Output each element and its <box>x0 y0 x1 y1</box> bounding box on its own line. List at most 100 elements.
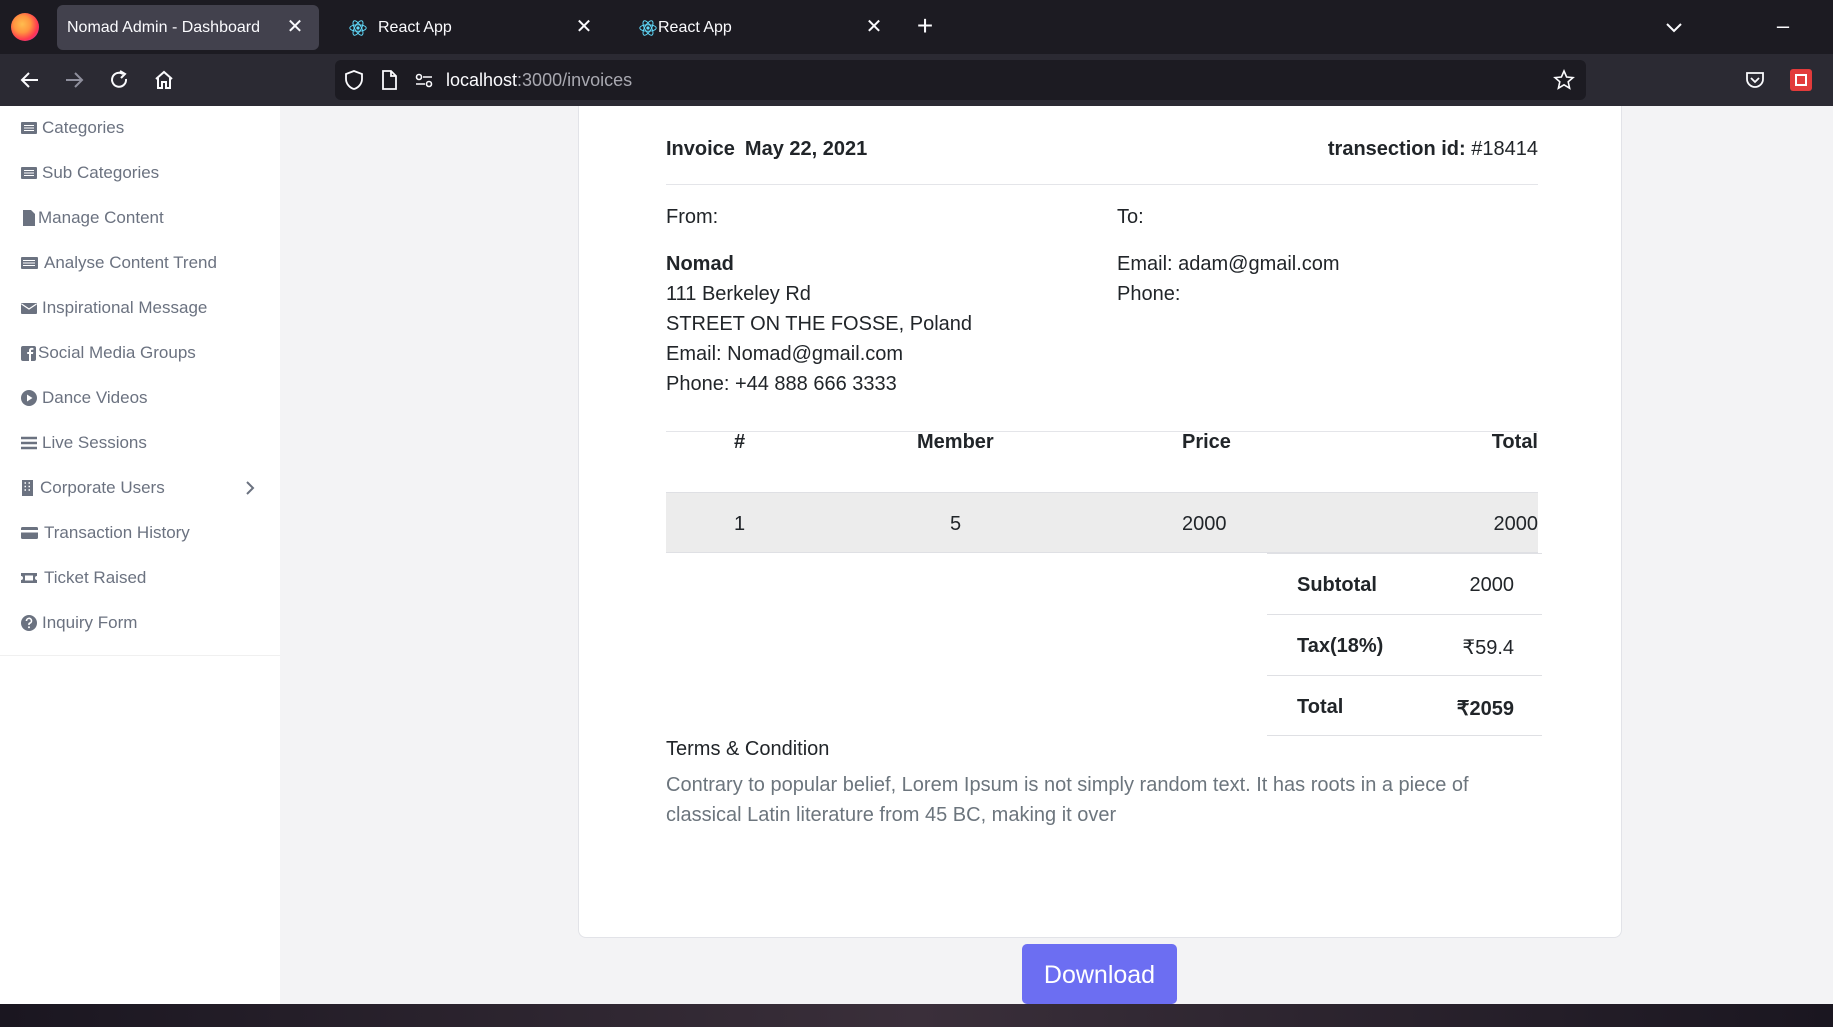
list-alt-icon <box>21 257 38 269</box>
sidebar-menu: Categories Sub Categories Manage Content… <box>0 106 280 656</box>
extension-icon[interactable] <box>1788 67 1814 93</box>
terms-title: Terms & Condition <box>666 738 830 760</box>
subtotal-value: 2000 <box>1469 574 1515 596</box>
close-icon[interactable]: ✕ <box>862 15 886 39</box>
column-header-number: # <box>734 431 746 453</box>
arrow-left-icon <box>20 72 38 88</box>
browser-tab-bar: Nomad Admin - Dashboard ✕ React App ✕ Re… <box>0 0 1833 54</box>
divider <box>666 431 1538 432</box>
sidebar-item-label: Sub Categories <box>42 163 160 182</box>
sidebar-item-label: Corporate Users <box>40 478 165 497</box>
tab-react-app-1[interactable]: React App ✕ <box>332 5 608 50</box>
sidebar-item-categories[interactable]: Categories <box>0 106 280 151</box>
tab-title: Nomad Admin - Dashboard <box>67 19 260 36</box>
bars-icon <box>21 436 37 450</box>
tab-react-app-2[interactable]: React App ✕ <box>622 5 898 50</box>
desktop-taskbar <box>0 1004 1833 1027</box>
to-email: Email: adam@gmail.com <box>1117 253 1340 275</box>
sidebar-item-social-media-groups[interactable]: Social Media Groups <box>0 331 280 376</box>
sidebar-item-manage-content[interactable]: Manage Content <box>0 196 280 241</box>
divider <box>666 184 1538 185</box>
sidebar-item-transaction-history[interactable]: Transaction History <box>0 511 280 556</box>
back-button[interactable] <box>16 66 44 94</box>
envelope-icon <box>21 303 37 314</box>
minimize-button[interactable]: – <box>1768 12 1798 42</box>
arrow-right-icon <box>66 72 84 88</box>
pocket-icon[interactable] <box>1743 68 1767 92</box>
sidebar: Categories Sub Categories Manage Content… <box>0 106 280 1004</box>
total-label: Total <box>1297 696 1344 718</box>
sidebar-item-label: Inspirational Message <box>42 298 208 317</box>
terms-text: Contrary to popular belief, Lorem Ipsum … <box>666 774 1469 826</box>
reload-icon <box>111 70 128 88</box>
building-icon <box>22 480 33 496</box>
to-label: To: <box>1117 206 1144 228</box>
sidebar-item-label: Categories <box>42 118 125 137</box>
credit-card-icon <box>21 527 38 539</box>
tax-label: Tax(18%) <box>1297 635 1384 657</box>
sidebar-item-inspirational-message[interactable]: Inspirational Message <box>0 286 280 331</box>
sidebar-item-label: Social Media Groups <box>38 343 196 362</box>
column-header-member: Member <box>917 431 994 453</box>
home-icon <box>155 70 173 89</box>
total-row: Total ₹2059 <box>1267 675 1542 736</box>
chevron-down-icon[interactable] <box>1660 14 1688 42</box>
table-cell-number: 1 <box>734 513 746 535</box>
reload-button[interactable] <box>105 66 133 94</box>
sidebar-item-sub-categories[interactable]: Sub Categories <box>0 151 280 196</box>
invoice-label: Invoice <box>666 138 735 160</box>
permissions-icon[interactable] <box>413 69 435 91</box>
sidebar-item-corporate-users[interactable]: Corporate Users <box>0 466 280 511</box>
transaction-value: #18414 <box>1471 138 1538 160</box>
download-button[interactable]: Download <box>1022 944 1177 1004</box>
tab-nomad-admin[interactable]: Nomad Admin - Dashboard ✕ <box>57 5 319 50</box>
facebook-icon <box>21 346 36 361</box>
ticket-icon <box>21 573 37 583</box>
close-icon[interactable]: ✕ <box>572 15 596 39</box>
play-circle-icon <box>21 390 37 406</box>
from-address-line2: STREET ON THE FOSSE, Poland <box>666 313 973 335</box>
sidebar-item-label: Transaction History <box>44 523 190 542</box>
url-text[interactable]: localhost:3000/invoices <box>446 70 632 91</box>
transaction-id: transection id: #18414 <box>1328 138 1538 161</box>
subtotal-label: Subtotal <box>1297 574 1377 596</box>
bookmark-star-icon[interactable] <box>1553 69 1575 91</box>
from-address: Nomad 111 Berkeley Rd STREET ON THE FOSS… <box>666 249 972 399</box>
from-address-line1: 111 Berkeley Rd <box>666 283 811 305</box>
tab-title: React App <box>658 19 732 36</box>
invoice-card: Invoice May 22, 2021 transection id: #184… <box>578 106 1622 938</box>
chevron-right-icon[interactable] <box>243 479 257 497</box>
table-cell-member: 5 <box>950 513 962 535</box>
forward-button[interactable] <box>60 66 88 94</box>
question-circle-icon <box>21 615 37 631</box>
new-tab-button[interactable]: + <box>910 12 940 42</box>
invoice-title: Invoice May 22, 2021 <box>666 138 867 161</box>
react-icon <box>639 20 657 36</box>
sidebar-item-label: Inquiry Form <box>42 613 138 632</box>
table-row <box>666 492 1538 553</box>
sidebar-item-inquiry-form[interactable]: Inquiry Form <box>0 601 280 646</box>
react-icon <box>349 20 367 36</box>
shield-icon[interactable] <box>343 69 365 91</box>
from-email: Email: Nomad@gmail.com <box>666 343 904 365</box>
firefox-logo-icon[interactable] <box>11 13 39 41</box>
sidebar-item-label: Ticket Raised <box>44 568 147 587</box>
tab-title: React App <box>378 19 452 36</box>
sidebar-item-label: Analyse Content Trend <box>44 253 217 272</box>
close-icon[interactable]: ✕ <box>283 15 307 39</box>
home-button[interactable] <box>150 66 178 94</box>
sidebar-item-analyse-content-trend[interactable]: Analyse Content Trend <box>0 241 280 286</box>
sidebar-item-live-sessions[interactable]: Live Sessions <box>0 421 280 466</box>
from-label: From: <box>666 206 719 228</box>
sidebar-item-label: Manage Content <box>38 208 164 227</box>
sidebar-item-dance-videos[interactable]: Dance Videos <box>0 376 280 421</box>
list-icon <box>21 167 37 179</box>
column-header-total: Total <box>1491 431 1538 453</box>
url-bar[interactable]: localhost:3000/invoices <box>335 60 1586 100</box>
from-name: Nomad <box>666 253 734 275</box>
sidebar-item-ticket-raised[interactable]: Ticket Raised <box>0 556 280 601</box>
sidebar-item-label: Live Sessions <box>42 433 147 452</box>
page-icon[interactable] <box>378 69 400 91</box>
list-icon <box>21 122 37 134</box>
table-cell-total: 2000 <box>1493 513 1539 535</box>
